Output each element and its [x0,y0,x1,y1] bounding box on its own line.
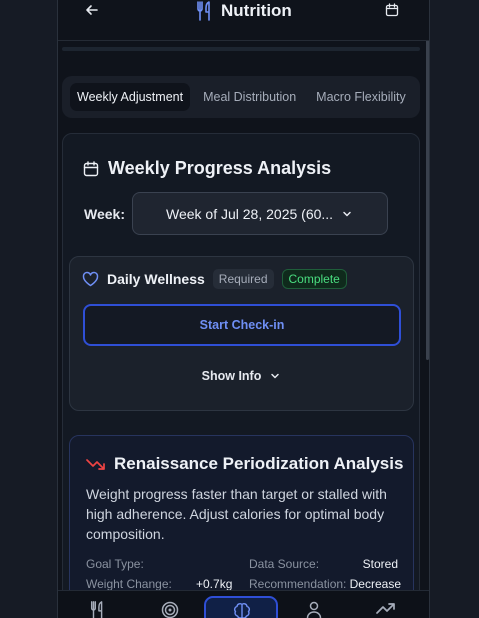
nav-goals[interactable] [161,601,179,618]
utensils-icon [90,601,103,618]
status-badge: Complete [281,269,347,289]
chevron-down-icon [343,211,351,216]
goal-type-label: Goal Type: [86,557,144,571]
weekly-progress-title: Weekly Progress Analysis [108,158,332,178]
recommendation-label: Recommendation: [249,577,347,591]
show-info-toggle[interactable]: Show Info [70,369,413,383]
show-info-label: Show Info [201,369,262,383]
data-source-label: Data Source: [249,557,320,571]
renaissance-heading: Renaissance Periodization Analysis [86,454,403,474]
brain-icon [233,603,251,618]
recommendation-value: Decrease [349,577,401,591]
tab-macro-flexibility[interactable]: Macro Flexibility [309,83,413,111]
tab-bar: Weekly Adjustment Meal Distribution Macr… [62,76,420,118]
weight-change-value: +0.7kg [196,577,233,591]
nav-nutrition[interactable] [89,601,107,618]
page-title: Nutrition [221,1,292,20]
progress-strip [62,47,420,51]
renaissance-description: Weight progress faster than target or st… [86,486,387,542]
trending-up-icon [376,603,395,614]
calendar-icon [83,160,99,176]
heart-icon [82,271,99,287]
week-select-value: Week of Jul 28, 2025 (60... [166,205,334,222]
chevron-down-icon [271,373,280,379]
target-icon [161,601,179,618]
arrow-left-icon [86,5,98,15]
trending-down-icon [86,459,105,470]
daily-wellness-title: Daily Wellness [107,271,205,287]
utensils-icon [197,1,210,21]
calendar-icon [385,3,399,17]
renaissance-title: Renaissance Periodization Analysis [114,454,404,473]
user-icon [306,601,322,618]
app-window: Nutrition Weekly Adjustment Meal Distrib… [57,0,430,618]
weight-change-label: Weight Change: [86,577,172,591]
nav-profile[interactable] [306,601,322,618]
daily-wellness-card: Daily Wellness Required Complete Start C… [69,256,414,411]
start-checkin-button[interactable]: Start Check-in [83,304,401,346]
week-select[interactable]: Week of Jul 28, 2025 (60... [132,192,388,235]
back-button[interactable] [84,2,100,23]
daily-wellness-header: Daily Wellness Required Complete [82,269,347,289]
header-bar: Nutrition [58,0,429,41]
tab-weekly-adjustment[interactable]: Weekly Adjustment [70,83,191,111]
data-source-value: Stored [362,557,398,571]
calendar-button[interactable] [385,3,399,22]
scrollbar[interactable] [426,0,429,360]
weekly-progress-heading: Weekly Progress Analysis [83,158,331,179]
nav-progress[interactable] [376,601,396,618]
weekly-progress-card: Weekly Progress Analysis Week: Week of J… [62,133,420,618]
required-badge: Required [212,269,274,289]
tab-meal-distribution[interactable]: Meal Distribution [196,83,303,111]
week-label: Week: [84,206,125,222]
nav-ai-active[interactable] [204,596,278,618]
header-title-group: Nutrition [195,0,292,22]
bottom-nav [58,590,429,618]
